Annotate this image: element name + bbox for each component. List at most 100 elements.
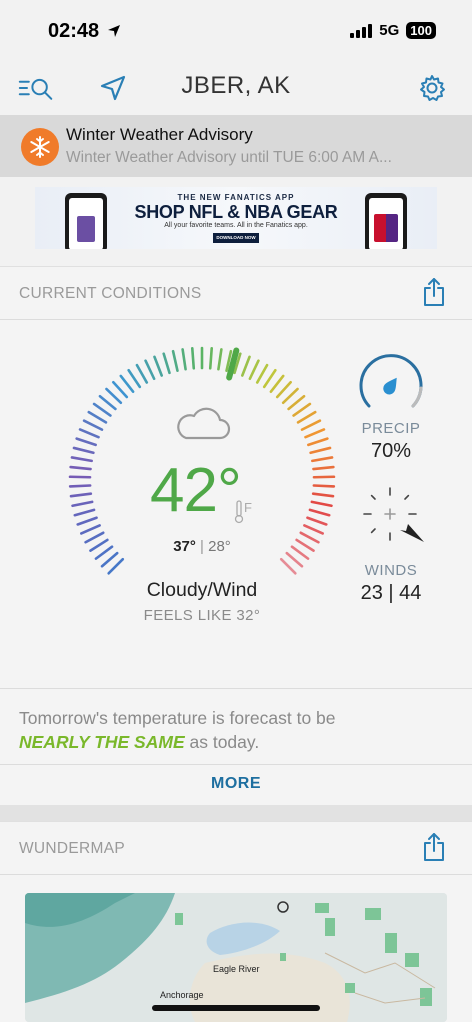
cellular-signal-icon [350, 23, 373, 38]
current-temperature: 42° [150, 456, 242, 525]
top-nav: JBER, AK [0, 62, 472, 114]
low-temp: 28° [208, 538, 231, 555]
wundermap-header: WUNDERMAP [0, 821, 472, 875]
gauge-tick [311, 492, 335, 498]
precip-value: 70% [370, 440, 412, 462]
gauge-tick [100, 551, 119, 568]
gauge-tick [72, 446, 95, 455]
snowflake-icon [21, 128, 59, 166]
gauge-tick [275, 380, 292, 399]
gauge-tick [312, 465, 335, 471]
gauge-tick [87, 410, 108, 424]
gauge-tick [119, 374, 135, 394]
gauge-tick [248, 359, 260, 381]
gauge-tick [162, 352, 171, 375]
gauge-tick [309, 446, 332, 455]
high-temp: 37° [173, 538, 196, 555]
ad-banner[interactable]: THE NEW FANATICS APP SHOP NFL & NBA GEAR… [35, 187, 437, 249]
gauge-tick [306, 516, 328, 526]
high-low: 37° | 28° [0, 538, 404, 555]
gauge-tick [217, 348, 223, 371]
battery-icon: 100 [406, 22, 436, 39]
precip-label: PRECIP [361, 420, 421, 437]
gauge-tick [269, 374, 285, 394]
gauge-tick [135, 363, 149, 384]
gauge-tick [262, 368, 277, 389]
raindrop-gauge-icon[interactable] [357, 350, 425, 412]
gauge-tick [153, 355, 163, 377]
compass-icon[interactable] [362, 486, 426, 546]
home-indicator[interactable] [152, 1005, 320, 1011]
map-label-anchorage: Anchorage [160, 990, 204, 1000]
gauge-tick [307, 437, 329, 447]
cloud-icon [177, 407, 231, 440]
gauge-tick [144, 359, 156, 381]
share-icon[interactable] [422, 277, 446, 307]
gauge-tick [279, 557, 297, 575]
gauge-tick [300, 419, 322, 431]
map-label-eagle-river: Eagle River [213, 964, 260, 974]
status-indicators: 5G 100 [350, 22, 436, 39]
ad-headline: SHOP NFL & NBA GEAR [134, 202, 338, 222]
advisory-title: Winter Weather Advisory [66, 125, 253, 144]
gauge-tick [98, 394, 117, 411]
weather-advisory-banner[interactable]: Winter Weather Advisory Winter Weather A… [0, 115, 472, 177]
temperature-unit: F [244, 500, 252, 515]
forecast-summary: Tomorrow's temperature is forecast to be… [19, 706, 449, 754]
map-image [25, 893, 447, 1022]
location-services-icon [107, 25, 120, 37]
gauge-tick [312, 484, 336, 488]
gauge-tick [292, 402, 312, 417]
gauge-tick [303, 524, 324, 535]
forecast-highlight: NEARLY THE SAME [19, 732, 185, 752]
gauge-tick [287, 394, 306, 411]
ad-download-button[interactable]: DOWNLOAD NOW [213, 233, 259, 243]
gauge-tick [70, 456, 93, 463]
gauge-tick [171, 349, 179, 373]
gauge-tick [92, 402, 112, 417]
advisory-subtitle: Winter Weather Advisory until TUE 6:00 A… [66, 149, 392, 166]
forecast-tail: as today. [184, 732, 260, 752]
gauge-tick [308, 508, 331, 517]
gauge-tick [304, 428, 326, 439]
gauge-tick [71, 500, 94, 508]
gauge-tick [190, 347, 196, 370]
gauge-tick [73, 508, 96, 517]
winds-value: 23 | 44 [360, 582, 422, 604]
divider [0, 764, 472, 765]
gauge-tick [285, 551, 304, 568]
divider [0, 688, 472, 689]
gauge-tick [68, 484, 92, 488]
wundermap-preview[interactable]: Eagle River Anchorage [25, 893, 447, 1022]
gauge-tick [311, 456, 334, 463]
gauge-tick [310, 500, 333, 508]
gauge-tick [296, 410, 317, 424]
condition-text: Cloudy/Wind [146, 579, 258, 601]
gauge-tick [78, 428, 100, 439]
gauge-tick [181, 348, 187, 371]
gauge-tick [241, 355, 251, 377]
section-gap [0, 805, 472, 821]
status-bar: 02:48 5G 100 [0, 0, 472, 62]
more-button[interactable]: MORE [0, 775, 472, 793]
gauge-tick [281, 387, 299, 405]
status-time: 02:48 [48, 20, 121, 43]
current-conditions-header: CURRENT CONDITIONS [0, 266, 472, 320]
gauge-tick [76, 516, 98, 526]
gauge-tick [255, 363, 269, 384]
gauge-tick [112, 380, 129, 399]
ad-kicker: THE NEW FANATICS APP [177, 193, 295, 202]
gauge-tick [69, 465, 92, 471]
winds-label: WINDS [364, 562, 418, 579]
gear-icon[interactable] [414, 70, 450, 106]
share-icon[interactable] [422, 832, 446, 862]
ad-subtext: All your favorite teams. All in the Fana… [164, 222, 308, 229]
gauge-tick [105, 387, 123, 405]
gauge-tick [69, 492, 93, 498]
gauge-tick [75, 437, 97, 447]
gauge-tick [208, 347, 214, 370]
section-title: WUNDERMAP [19, 840, 126, 857]
location-title[interactable]: JBER, AK [0, 72, 472, 100]
section-title: CURRENT CONDITIONS [19, 285, 202, 302]
gauge-tick [80, 524, 101, 535]
